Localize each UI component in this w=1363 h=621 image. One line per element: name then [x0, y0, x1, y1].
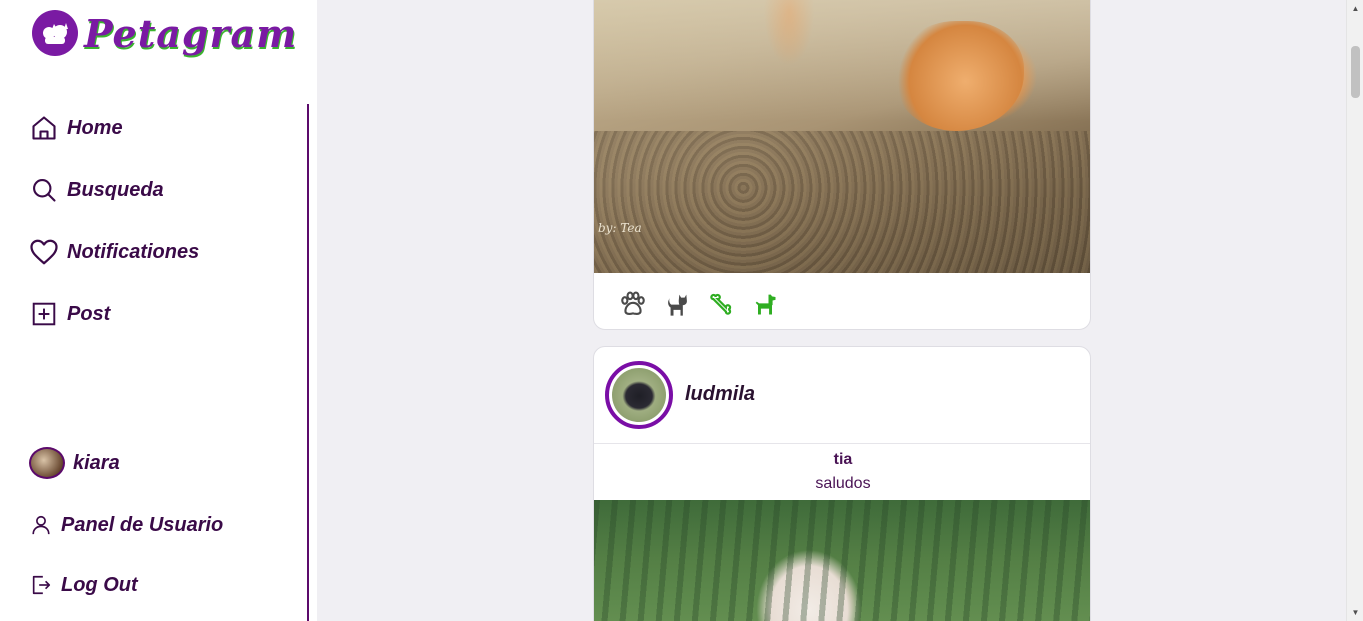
dog-icon[interactable]	[750, 289, 780, 319]
post-card: ludmila tia saludos	[593, 346, 1091, 621]
post-image[interactable]	[594, 500, 1090, 621]
post-card: by: Tea	[593, 0, 1091, 330]
sidebar-item-label: Post	[67, 302, 111, 325]
sidebar-item-label: Busqueda	[67, 178, 164, 201]
page-scrollbar[interactable]: ▲ ▼	[1346, 0, 1363, 621]
post-actions	[618, 289, 780, 319]
pets-icon	[32, 10, 78, 56]
sidebar: Petagram Home Busqueda Notificationes Po…	[0, 0, 317, 621]
post-caption: saludos	[815, 475, 871, 492]
sidebar-item-label: Notificationes	[67, 240, 200, 263]
scroll-up-icon[interactable]: ▲	[1347, 0, 1363, 17]
home-icon	[29, 113, 59, 143]
sidebar-user-kiara[interactable]: kiara	[29, 447, 120, 479]
sidebar-item-home[interactable]: Home	[29, 113, 123, 143]
heart-icon	[29, 237, 59, 267]
post-title: tia	[833, 451, 853, 468]
logout-icon	[29, 573, 53, 597]
logout-label: Log Out	[61, 573, 138, 596]
post-image[interactable]: by: Tea	[594, 0, 1090, 273]
app-name: Petagram	[84, 10, 298, 56]
post-username[interactable]: ludmila	[685, 383, 755, 406]
post-header: ludmila	[594, 347, 1090, 444]
avatar	[29, 447, 65, 479]
avatar[interactable]	[605, 361, 673, 429]
panel-de-usuario-link[interactable]: Panel de Usuario	[29, 513, 223, 537]
sidebar-item-notificationes[interactable]: Notificationes	[29, 237, 199, 267]
cat-icon[interactable]	[662, 289, 692, 319]
user-name: kiara	[73, 451, 120, 474]
sidebar-item-label: Home	[67, 116, 123, 139]
scroll-down-icon[interactable]: ▼	[1347, 604, 1363, 621]
logout-button[interactable]: Log Out	[29, 573, 138, 597]
bone-icon[interactable]	[706, 289, 736, 319]
sidebar-divider	[307, 104, 309, 621]
plus-square-icon	[29, 299, 59, 329]
sidebar-item-post[interactable]: Post	[29, 299, 110, 329]
user-icon	[29, 513, 53, 537]
petagram-logo[interactable]: Petagram	[32, 10, 297, 56]
paw-icon[interactable]	[618, 289, 648, 319]
photo-watermark: by: Tea	[598, 221, 642, 235]
sidebar-item-busqueda[interactable]: Busqueda	[29, 175, 164, 205]
scrollbar-thumb[interactable]	[1351, 46, 1360, 98]
search-icon	[29, 175, 59, 205]
panel-label: Panel de Usuario	[61, 513, 224, 536]
